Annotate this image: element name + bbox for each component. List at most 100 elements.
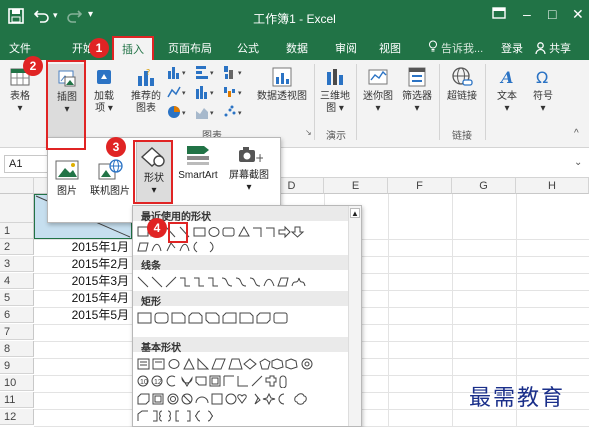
cell-a3[interactable]: 2015年2月 xyxy=(34,256,132,272)
symbol-button[interactable]: Ω 符号 ▾ xyxy=(528,66,558,115)
svg-text:?: ? xyxy=(146,68,150,77)
symbol-label: 符号 xyxy=(533,91,553,102)
scatter-chart-icon[interactable]: ▾ xyxy=(223,104,247,120)
row-header-2[interactable]: 2 xyxy=(0,239,34,255)
omega-icon: Ω xyxy=(532,66,554,88)
basic-shapes-icons-3[interactable] xyxy=(137,392,347,406)
name-box[interactable]: A1 xyxy=(4,155,48,173)
line-chart-icon[interactable]: ▾ xyxy=(167,84,191,100)
ribbon-display-options-icon[interactable] xyxy=(492,6,506,20)
step-marker-3: 3 xyxy=(106,137,126,157)
tables-label: 表格 xyxy=(10,91,30,102)
svg-text:10: 10 xyxy=(140,379,148,386)
hyperlink-label: 超链接 xyxy=(447,91,477,102)
statistic-chart-icon[interactable]: ▾ xyxy=(195,84,219,100)
tab-insert[interactable]: 插入 xyxy=(112,36,154,60)
picture-icon xyxy=(53,158,81,182)
row-header-9[interactable]: 9 xyxy=(0,358,34,374)
hyperlink-button[interactable]: 超链接 xyxy=(443,66,481,103)
tab-review[interactable]: 审阅 xyxy=(335,40,357,56)
share-button[interactable]: 共享 xyxy=(535,40,571,56)
recommended-charts-button[interactable]: ? 推荐的 图表 xyxy=(130,66,162,115)
smartart-icon xyxy=(184,142,212,166)
3d-map-button[interactable]: 三维地 图 ▾ xyxy=(318,66,352,115)
addins-icon xyxy=(93,66,115,88)
tab-formulas[interactable]: 公式 xyxy=(237,40,259,56)
step-marker-1: 1 xyxy=(89,38,109,58)
row-header-3[interactable]: 3 xyxy=(0,256,34,272)
symbol-dropdown-icon: ▾ xyxy=(540,103,546,114)
cell-a2[interactable]: 2015年1月 xyxy=(34,239,132,255)
pivot-chart-button[interactable]: 数据透视图 xyxy=(256,66,308,103)
shapes-scrollbar[interactable]: ▲ xyxy=(348,206,361,426)
recommended-charts-label-1: 推荐的 xyxy=(131,91,161,102)
collapse-ribbon-icon[interactable]: ^ xyxy=(574,128,579,139)
row-header-8[interactable]: 8 xyxy=(0,341,34,357)
row-header-10[interactable]: 10 xyxy=(0,375,34,391)
links-group-label: 链接 xyxy=(452,131,472,142)
scroll-up-icon[interactable]: ▲ xyxy=(350,208,360,218)
svg-text:▾: ▾ xyxy=(182,90,186,97)
smartart-button[interactable]: SmartArt xyxy=(174,142,222,182)
basic-shapes-icons-4[interactable] xyxy=(137,409,347,423)
screenshot-label: 屏幕截图 xyxy=(229,170,269,181)
ribbon-separator xyxy=(314,64,315,140)
sparkline-icon xyxy=(367,66,389,88)
tab-page-layout[interactable]: 页面布局 xyxy=(168,40,212,56)
rectangles-icons[interactable] xyxy=(137,311,347,325)
step-marker-2: 2 xyxy=(23,56,43,76)
column-header-h[interactable]: H xyxy=(516,178,589,194)
recommended-charts-label-2: 图表 xyxy=(136,103,156,114)
row-header-7[interactable]: 7 xyxy=(0,324,34,340)
signin-link[interactable]: 登录 xyxy=(501,40,523,56)
column-chart-icon[interactable]: ▾ xyxy=(167,64,191,80)
pictures-button[interactable]: 图片 xyxy=(52,158,82,198)
filter-button[interactable]: 筛选器 ▾ xyxy=(398,66,436,115)
cell-a4[interactable]: 2015年3月 xyxy=(34,273,132,289)
hierarchy-chart-icon[interactable]: ▾ xyxy=(223,64,247,80)
online-pictures-button[interactable]: 联机图片 xyxy=(86,158,134,198)
select-all-corner[interactable] xyxy=(0,178,34,194)
lines-icons[interactable] xyxy=(137,275,347,289)
smartart-label: SmartArt xyxy=(178,170,218,181)
pie-chart-icon[interactable]: ▾ xyxy=(167,104,191,120)
rectangles-heading: 矩形 xyxy=(133,291,348,308)
basic-shapes-icons[interactable] xyxy=(137,357,347,371)
basic-shapes-heading: 基本形状 xyxy=(133,337,348,354)
sparkline-button[interactable]: 迷你图 ▾ xyxy=(361,66,395,115)
column-header-g[interactable]: G xyxy=(452,178,516,194)
expand-formula-bar-icon[interactable]: ⌄ xyxy=(574,157,582,168)
charts-dialog-launcher-icon[interactable]: ↘ xyxy=(305,128,312,137)
bar-chart-icon[interactable]: ▾ xyxy=(195,64,219,80)
row-header-4[interactable]: 4 xyxy=(0,273,34,289)
sparkline-dropdown-icon: ▾ xyxy=(375,103,381,114)
row-header-5[interactable]: 5 xyxy=(0,290,34,306)
tab-file[interactable]: 文件 xyxy=(9,40,31,56)
maximize-button[interactable]: □ xyxy=(548,6,556,22)
screenshot-button[interactable]: + 屏幕截图 ▾ xyxy=(224,142,274,194)
close-button[interactable]: ✕ xyxy=(572,6,584,23)
lightbulb-icon xyxy=(428,40,438,52)
recommended-charts-icon: ? xyxy=(135,66,157,88)
addins-button[interactable]: 加载 项 ▾ xyxy=(90,66,118,115)
tab-data[interactable]: 数据 xyxy=(286,40,308,56)
row-header-1[interactable]: 1 xyxy=(0,223,34,239)
text-icon: A xyxy=(496,66,518,88)
tab-view[interactable]: 视图 xyxy=(379,40,401,56)
row-header-11[interactable]: 11 xyxy=(0,392,34,408)
addins-label-1: 加载 xyxy=(94,91,114,102)
waterfall-chart-icon[interactable]: ▾ xyxy=(223,84,247,100)
cell-a6[interactable]: 2015年5月 xyxy=(34,307,132,323)
basic-shapes-icons-2[interactable]: 10 12 xyxy=(137,374,347,388)
row-header-6[interactable]: 6 xyxy=(0,307,34,323)
column-header-e[interactable]: E xyxy=(324,178,388,194)
slicer-icon xyxy=(406,66,428,88)
cell-a5[interactable]: 2015年4月 xyxy=(34,290,132,306)
row-header-12[interactable]: 12 xyxy=(0,409,34,425)
column-header-f[interactable]: F xyxy=(388,178,452,194)
minimize-button[interactable]: – xyxy=(523,6,531,22)
area-chart-icon[interactable]: ▾ xyxy=(195,104,219,120)
text-button[interactable]: A 文本 ▾ xyxy=(492,66,522,115)
basic-shapes-row xyxy=(137,409,347,423)
tell-me-search[interactable]: 告诉我... xyxy=(441,40,483,56)
